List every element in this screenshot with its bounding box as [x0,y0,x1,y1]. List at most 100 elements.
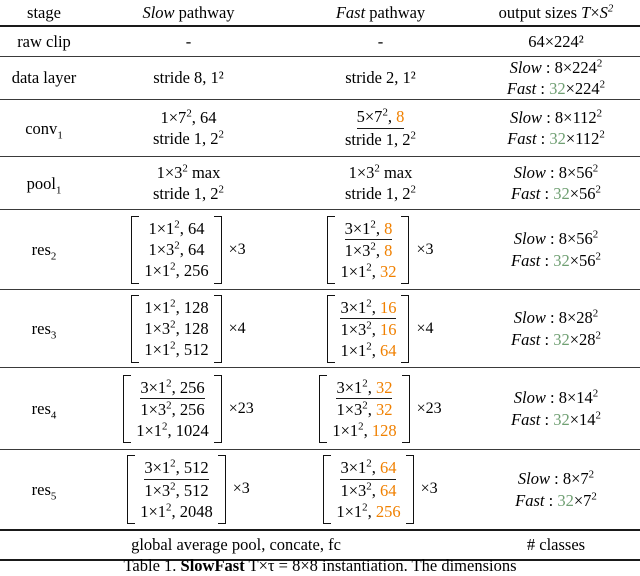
table-row: res5 3×12, 512 1×32, 512 1×12, 2048 ×3 3… [0,449,640,531]
slow-cell: 1×32 max stride 1, 22 [88,156,289,211]
fast-line-1: 5×72, 8 [289,106,472,129]
output-line: 64×224² [528,31,584,51]
fast-cell: 3×12, 64 1×32, 64 1×12, 256 ×3 [289,449,472,531]
block-multiplier: ×23 [228,399,254,417]
block-line: 1×12, 128 [332,420,397,440]
fast-channel-value: 32 [375,399,393,419]
header-cell-fast: Fast pathway [289,0,472,27]
header-fast-rest: pathway [365,2,426,22]
residual-block-slow: 3×12, 256 1×32, 256 1×12, 1024 [123,374,222,444]
output-line-slow: Slow : 8×282 [513,307,599,328]
output-line-fast: Fast : 32×142 [511,409,601,429]
block-line: 1×32, 16 [340,319,397,339]
fast-line-2: stride 1, 22 [345,129,416,149]
block-line: 3×12, 8 [336,218,400,240]
header-slow-rest: pathway [174,2,235,22]
block-line: 1×12, 512 [144,339,209,360]
block-line: 3×12, 512 [136,457,217,480]
caption-bold-title: SlowFast [180,556,245,575]
fast-cell: - [289,26,472,57]
output-line-fast: Fast : 32×1122 [507,128,605,149]
slow-cell: 3×12, 512 1×32, 512 1×12, 2048 ×3 [88,449,289,531]
block-line: 1×32, 8 [344,240,393,260]
output-line-fast: Fast : 32×282 [511,329,601,349]
output-line-slow: Slow : 8×142 [513,387,599,408]
residual-block-fast: 3×12, 8 1×32, 8 1×12, 32 [327,215,410,285]
header-slow-italic: Slow [142,2,175,22]
fast-temporal-value: 32 [557,490,574,510]
block-line: 1×32, 512 [144,480,209,500]
header-output-S: S [599,2,608,22]
residual-block-slow: 1×12, 64 1×32, 64 1×12, 256 [131,216,222,284]
block-multiplier: ×3 [228,240,246,258]
output-cell: Slow : 8×2242 Fast : 32×2242 [472,56,640,101]
fast-line-1: 1×32 max [348,162,413,182]
fast-temporal-value: 32 [553,184,570,204]
slowfast-architecture-table: stage Slow pathway Fast pathway output s… [0,0,640,561]
header-output-times: × [590,2,600,22]
block-line: 3×12, 256 [132,377,213,399]
fast-temporal-value: 32 [549,129,566,149]
table-row: res2 1×12, 64 1×32, 64 1×12, 256 ×3 3×12… [0,209,640,291]
fast-cell: 3×12, 8 1×32, 8 1×12, 32 ×3 [289,209,472,291]
slow-cell: - [88,26,289,57]
stage-cell: data layer [0,56,88,101]
table-row: data layer stride 8, 1² stride 2, 1² Slo… [0,56,640,101]
stage-cell: conv1 [0,99,88,158]
output-cell: Slow : 8×142 Fast : 32×142 [472,367,640,451]
block-line: 1×12, 256 [144,260,209,281]
block-multiplier: ×3 [420,480,438,498]
output-line-fast: Fast : 32×72 [515,490,597,510]
slow-cell: 1×72, 64 stride 1, 22 [88,99,289,158]
block-line: 1×12, 2048 [140,501,213,521]
header-cell-output: output sizes T×S2 [472,0,640,27]
header-cell-slow: Slow pathway [88,0,289,27]
fast-cell: 3×12, 16 1×32, 16 1×12, 64 ×4 [289,289,472,369]
block-multiplier: ×4 [228,319,246,337]
fast-temporal-value: 32 [553,250,570,270]
table-row: pool1 1×32 max stride 1, 22 1×32 max str… [0,156,640,211]
residual-block-fast: 3×12, 16 1×32, 16 1×12, 64 [327,294,410,364]
residual-block-slow: 3×12, 512 1×32, 512 1×12, 2048 [127,455,226,525]
table-figure: stage Slow pathway Fast pathway output s… [0,0,640,576]
block-line: 3×12, 64 [332,457,404,480]
fast-channel-value: 8 [384,240,393,260]
header-fast-italic: Fast [335,2,366,22]
block-line: 1×32, 256 [140,399,205,419]
fast-channel-value: 64 [379,480,397,500]
fast-temporal-value: 32 [553,409,570,429]
block-multiplier: ×4 [416,319,434,337]
header-output-S-exponent: 2 [607,2,614,15]
fast-channel-value: 256 [375,501,401,521]
output-line-slow: Slow : 8×2242 [509,57,603,77]
block-line: 1×12, 128 [144,297,209,318]
output-cell: Slow : 8×562 Fast : 32×562 [472,209,640,291]
slow-line-2: stride 1, 22 [153,128,224,149]
fast-cell: 1×32 max stride 1, 22 [289,156,472,211]
block-line: 1×32, 32 [336,399,393,419]
stage-cell: pool1 [0,156,88,211]
block-multiplier: ×23 [416,399,442,417]
fast-channel-value: 16 [379,297,397,317]
caption-text: T×τ = 8×8 instantiation. The dimensions [244,556,517,575]
stage-cell: res3 [0,289,88,369]
stage-cell: raw clip [0,26,88,57]
output-cell: Slow : 8×1122 Fast : 32×1122 [472,99,640,158]
output-line-slow: Slow : 8×562 [513,228,599,249]
block-line: 1×12, 32 [340,261,397,281]
residual-block-slow: 1×12, 128 1×32, 128 1×12, 512 [131,295,222,363]
caption-label: Table 1. [123,556,177,575]
stage-cell: res4 [0,367,88,451]
stage-cell: res2 [0,209,88,291]
output-line-slow: Slow : 8×1122 [509,107,603,127]
block-line: 1×32, 64 [340,480,397,500]
fast-temporal-value: 32 [553,329,570,349]
table-row: res4 3×12, 256 1×32, 256 1×12, 1024 ×23 [0,367,640,451]
header-output-T: T [581,2,591,22]
residual-block-fast: 3×12, 64 1×32, 64 1×12, 256 [323,455,414,525]
fast-temporal-value: 32 [549,78,566,98]
block-line: 1×12, 64 [148,218,205,239]
table-caption: Table 1. SlowFast T×τ = 8×8 instantiatio… [0,556,640,576]
slow-line-2: stride 1, 22 [153,183,224,204]
block-line: 3×12, 16 [336,297,400,319]
